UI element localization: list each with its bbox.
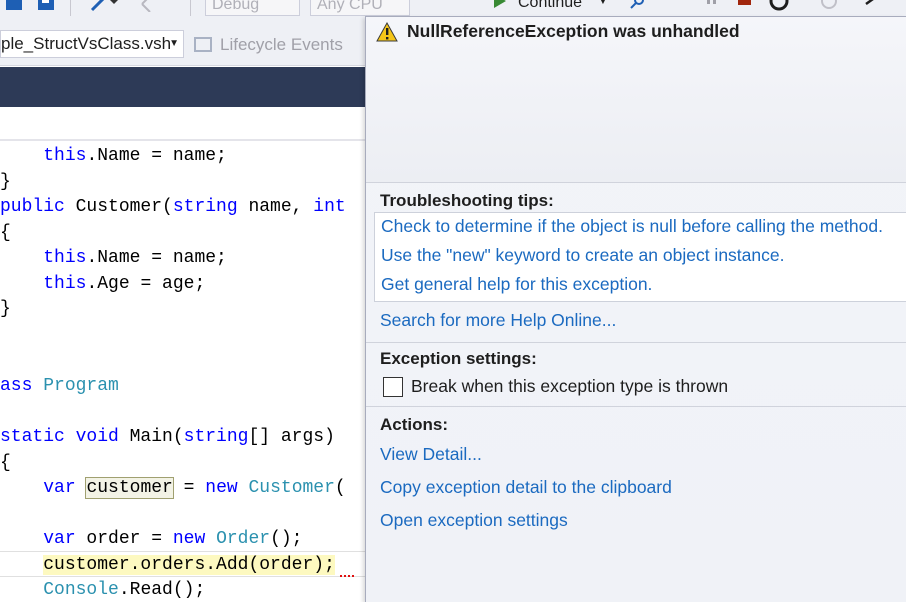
save-all-icon[interactable] bbox=[36, 0, 60, 17]
exception-header: NullReferenceException was unhandled bbox=[366, 17, 906, 183]
exception-helper-popup: NullReferenceException was unhandled Tro… bbox=[365, 16, 906, 602]
platform-select[interactable]: Any CPU bbox=[310, 0, 410, 16]
step-over-icon[interactable] bbox=[864, 0, 886, 15]
view-detail-link[interactable]: View Detail... bbox=[380, 444, 482, 465]
chevron-down-icon: ▼ bbox=[169, 38, 179, 49]
code-line: { bbox=[0, 223, 11, 243]
code-line: } bbox=[0, 299, 11, 319]
troubleshooting-tips-box: Check to determine if the object is null… bbox=[374, 212, 906, 302]
code-line: Console.Read(); bbox=[43, 580, 206, 600]
document-tab-band bbox=[0, 67, 366, 107]
code-line: public Customer(string name, int bbox=[0, 197, 346, 217]
tip-link[interactable]: Use the "new" keyword to create an objec… bbox=[381, 245, 784, 266]
current-line-marker bbox=[0, 551, 366, 577]
project-file-select[interactable]: ple_StructVsClass.vsh ▼ bbox=[0, 30, 184, 58]
code-line: this.Name = name; bbox=[43, 146, 227, 166]
undo-icon[interactable] bbox=[90, 0, 130, 17]
continue-icon[interactable] bbox=[492, 0, 508, 15]
divider bbox=[366, 406, 906, 407]
save-icon[interactable] bbox=[4, 0, 24, 17]
copy-detail-link[interactable]: Copy exception detail to the clipboard bbox=[380, 477, 672, 498]
warning-icon bbox=[376, 21, 398, 42]
code-editor[interactable]: this.Name = name; } public Customer(stri… bbox=[0, 142, 366, 602]
divider bbox=[366, 342, 906, 343]
code-line: } bbox=[0, 172, 11, 192]
break-on-exception-checkbox[interactable] bbox=[383, 377, 403, 397]
platform-value: Any CPU bbox=[317, 0, 383, 13]
error-squiggle bbox=[340, 574, 354, 577]
configuration-value: Debug bbox=[212, 0, 260, 13]
tip-link[interactable]: Get general help for this exception. bbox=[381, 274, 652, 295]
refresh-icon[interactable] bbox=[818, 0, 840, 16]
toolbar-separator bbox=[70, 0, 71, 16]
configuration-select[interactable]: Debug bbox=[205, 0, 300, 16]
code-line: { bbox=[0, 453, 11, 473]
lifecycle-icon bbox=[194, 37, 212, 52]
redo-icon[interactable] bbox=[138, 0, 162, 17]
restart-icon[interactable] bbox=[768, 0, 790, 16]
code-line: var order = new Order(); bbox=[43, 529, 303, 549]
toolbar-separator bbox=[190, 0, 191, 16]
lifecycle-events-label: Lifecycle Events bbox=[220, 35, 343, 54]
lifecycle-events-select[interactable]: Lifecycle Events bbox=[194, 32, 343, 58]
chevron-down-icon[interactable]: ▼ bbox=[598, 0, 608, 7]
exception-settings-title: Exception settings: bbox=[380, 349, 537, 368]
code-line: ass Program bbox=[0, 376, 119, 396]
open-exception-settings-link[interactable]: Open exception settings bbox=[380, 510, 568, 531]
pause-icon[interactable] bbox=[705, 0, 719, 13]
exception-title: NullReferenceException was unhandled bbox=[407, 21, 740, 41]
actions-title: Actions: bbox=[380, 415, 448, 434]
project-file-value: ple_StructVsClass.vsh bbox=[1, 34, 172, 53]
troubleshooting-title: Troubleshooting tips: bbox=[380, 191, 554, 210]
break-on-exception-label: Break when this exception type is thrown bbox=[411, 376, 729, 396]
highlighted-variable: customer bbox=[85, 477, 174, 499]
continue-label[interactable]: Continue bbox=[518, 0, 582, 12]
code-line: this.Name = name; bbox=[43, 248, 227, 268]
code-line: static void Main(string[] args) bbox=[0, 427, 335, 447]
editor-navigation-strip bbox=[0, 107, 366, 141]
stop-icon[interactable] bbox=[738, 0, 752, 13]
find-icon[interactable] bbox=[628, 0, 646, 15]
code-line: var customer = new Customer( bbox=[43, 477, 346, 499]
debug-controls: Continue ▼ bbox=[480, 0, 906, 16]
code-line: this.Age = age; bbox=[43, 274, 206, 294]
tip-link[interactable]: Check to determine if the object is null… bbox=[381, 216, 883, 237]
search-online-link[interactable]: Search for more Help Online... bbox=[380, 310, 616, 331]
